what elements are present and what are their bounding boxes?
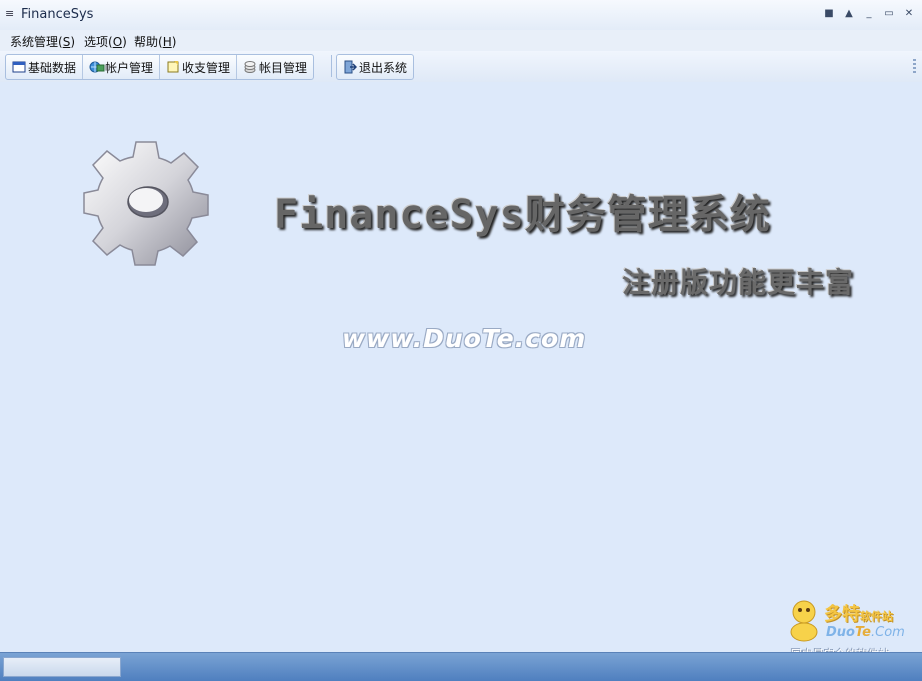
basic-data-button[interactable]: 基础数据	[6, 55, 84, 79]
menu-bar: 系统管理(S) 选项(O) 帮助(H)	[0, 30, 922, 51]
rollup-icon[interactable]: ▲	[842, 7, 856, 21]
coins-icon	[243, 60, 257, 74]
minimize-button[interactable]: _	[862, 7, 876, 21]
corner-logo: 多特软件站 DuoTe.Com 国内最安全的软件站	[786, 598, 918, 661]
note-icon	[166, 60, 180, 74]
menu-help[interactable]: 帮助(H)	[134, 33, 176, 50]
corner-brand: 多特软件站	[824, 604, 893, 625]
toolbar: 基础数据 帐户管理 收支管理 帐目管理 退出系统	[0, 51, 922, 83]
exit-system-button[interactable]: 退出系统	[337, 55, 413, 79]
menu-system-management[interactable]: 系统管理(S)	[10, 33, 75, 50]
toolbar-separator	[331, 55, 332, 77]
income-expense-button[interactable]: 收支管理	[160, 55, 238, 79]
mascot-icon	[790, 600, 818, 642]
exit-system-label: 退出系统	[359, 60, 408, 75]
window-controls: ■ ▲ _ ▭ ✕	[822, 7, 916, 21]
globe-card-icon	[89, 60, 105, 74]
toolbar-exit-group: 退出系统	[336, 54, 415, 80]
toolbar-main-group: 基础数据 帐户管理 收支管理 帐目管理	[5, 54, 315, 80]
status-panel	[3, 657, 121, 677]
close-button[interactable]: ✕	[902, 7, 916, 21]
title-bar: ≡ FinanceSys ■ ▲ _ ▭ ✕	[0, 0, 922, 31]
app-title: FinanceSys财务管理系统	[274, 192, 771, 238]
account-management-button[interactable]: 帐户管理	[83, 55, 161, 79]
registration-slogan: 注册版功能更丰富	[622, 266, 855, 299]
window-icon	[12, 60, 26, 74]
system-menu-icon[interactable]: ≡	[5, 7, 14, 20]
toolbar-grip[interactable]	[913, 59, 916, 75]
exit-door-icon	[343, 60, 358, 74]
corner-site: DuoTe.Com	[826, 625, 905, 640]
gear-icon	[83, 141, 209, 266]
ledger-management-label: 帐目管理	[259, 60, 308, 75]
menu-options[interactable]: 选项(O)	[84, 33, 127, 50]
watermark-text: www.DuoTe.com	[342, 324, 587, 353]
maximize-button[interactable]: ▭	[882, 7, 896, 21]
ledger-management-button[interactable]: 帐目管理	[237, 55, 313, 79]
window-title: FinanceSys	[21, 7, 94, 22]
income-expense-label: 收支管理	[182, 60, 231, 75]
pin-icon[interactable]: ■	[822, 7, 836, 21]
basic-data-label: 基础数据	[28, 60, 77, 75]
status-bar	[0, 652, 922, 681]
account-management-label: 帐户管理	[105, 60, 154, 75]
